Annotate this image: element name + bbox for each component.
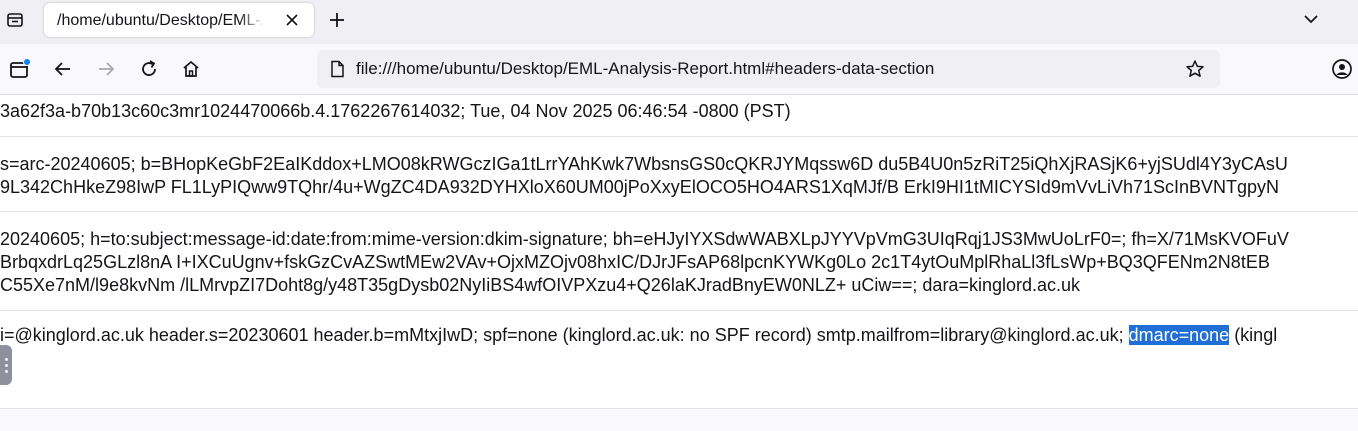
list-all-tabs-button[interactable]	[1296, 6, 1326, 32]
new-tab-button[interactable]	[322, 6, 352, 34]
address-bar[interactable]: file:///home/ubuntu/Desktop/EML-Analysis…	[317, 50, 1220, 88]
header-value-text: 3a62f3a-b70b13c60c3mr1024470066b.4.17622…	[0, 101, 791, 121]
header-value-row: i=@kinglord.ac.uk header.s=20230601 head…	[0, 324, 1358, 350]
header-value-row: 3a62f3a-b70b13c60c3mr1024470066b.4.17622…	[0, 100, 1358, 126]
sidebar-drag-handle[interactable]	[0, 345, 12, 385]
page-icon[interactable]	[328, 60, 346, 78]
star-icon	[1186, 60, 1204, 77]
account-button[interactable]	[1326, 53, 1358, 85]
close-tab-button[interactable]	[283, 11, 301, 29]
reload-button[interactable]	[133, 53, 165, 85]
header-value-text: 9L342ChHkeZ98IwP FL1LyPIQww9TQhr/4u+WgZC…	[0, 177, 1280, 197]
selected-text[interactable]: dmarc=none	[1128, 325, 1230, 345]
reload-icon	[142, 60, 156, 76]
row-divider	[0, 136, 1358, 137]
header-value-text: 20240605; h=to:subject:message-id:date:f…	[0, 229, 1289, 249]
header-value-text: BrbqxdrLq25GLzl8nA I+IXCuUgnv+fskGzCvAZS…	[0, 252, 1270, 272]
url-text[interactable]: file:///home/ubuntu/Desktop/EML-Analysis…	[356, 59, 934, 79]
forward-arrow-icon	[99, 62, 115, 76]
back-button[interactable]	[47, 53, 79, 85]
close-icon	[286, 14, 298, 26]
tab-title: /home/ubuntu/Desktop/EML-Analysis-Report…	[57, 12, 262, 29]
account-icon	[1332, 59, 1352, 79]
tab-list-icon	[7, 13, 23, 27]
navigation-toolbar: file:///home/ubuntu/Desktop/EML-Analysis…	[0, 44, 1358, 95]
header-value-text: i=@kinglord.ac.uk header.s=20230601 head…	[0, 324, 1277, 346]
header-value-text: C55Xe7nM/l9e8kvNm /lLMrvpZI7Doht8g/y48T3…	[0, 275, 1081, 295]
active-tab[interactable]: /home/ubuntu/Desktop/EML-Analysis-Report…	[44, 3, 314, 37]
back-arrow-icon	[54, 62, 70, 76]
document-icon	[331, 60, 344, 78]
tab-title-fade	[239, 9, 265, 33]
header-value-row: s=arc-20240605; b=BHopKeGbF2EaIKddox+LMO…	[0, 153, 1358, 201]
section-footer	[0, 408, 1358, 431]
header-value-text: s=arc-20240605; b=BHopKeGbF2EaIKddox+LMO…	[0, 154, 1288, 174]
page-content: 3a62f3a-b70b13c60c3mr1024470066b.4.17622…	[0, 95, 1358, 430]
header-value-row: 20240605; h=to:subject:message-id:date:f…	[0, 228, 1358, 298]
chevron-down-icon	[1304, 15, 1318, 24]
text-after-selection: (kingl	[1229, 325, 1278, 345]
home-icon	[183, 60, 199, 77]
home-button[interactable]	[175, 53, 207, 85]
row-divider	[0, 211, 1358, 212]
tab-list-button[interactable]	[0, 4, 30, 36]
forward-button[interactable]	[90, 53, 122, 85]
text-before-selection: i=@kinglord.ac.uk header.s=20230601 head…	[0, 325, 1129, 345]
tab-strip: /home/ubuntu/Desktop/EML-Analysis-Report…	[0, 0, 1358, 44]
bookmark-button[interactable]	[1185, 59, 1205, 79]
plus-icon	[330, 13, 344, 27]
sidebar-icon	[10, 58, 31, 78]
row-divider	[0, 310, 1358, 311]
sidebar-button[interactable]	[4, 53, 36, 85]
